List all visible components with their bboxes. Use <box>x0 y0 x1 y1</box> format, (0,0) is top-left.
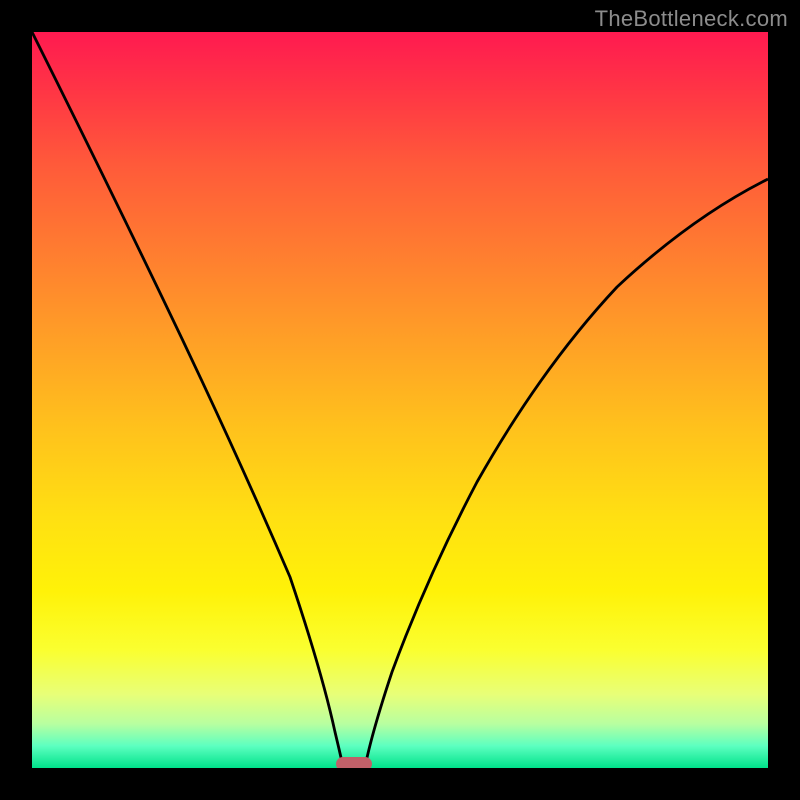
bottleneck-marker <box>336 757 372 768</box>
curve-left-branch <box>32 32 343 767</box>
bottleneck-curve <box>32 32 768 768</box>
watermark-text: TheBottleneck.com <box>595 6 788 32</box>
chart-frame: TheBottleneck.com <box>0 0 800 800</box>
curve-right-branch <box>365 179 768 767</box>
plot-area <box>32 32 768 768</box>
